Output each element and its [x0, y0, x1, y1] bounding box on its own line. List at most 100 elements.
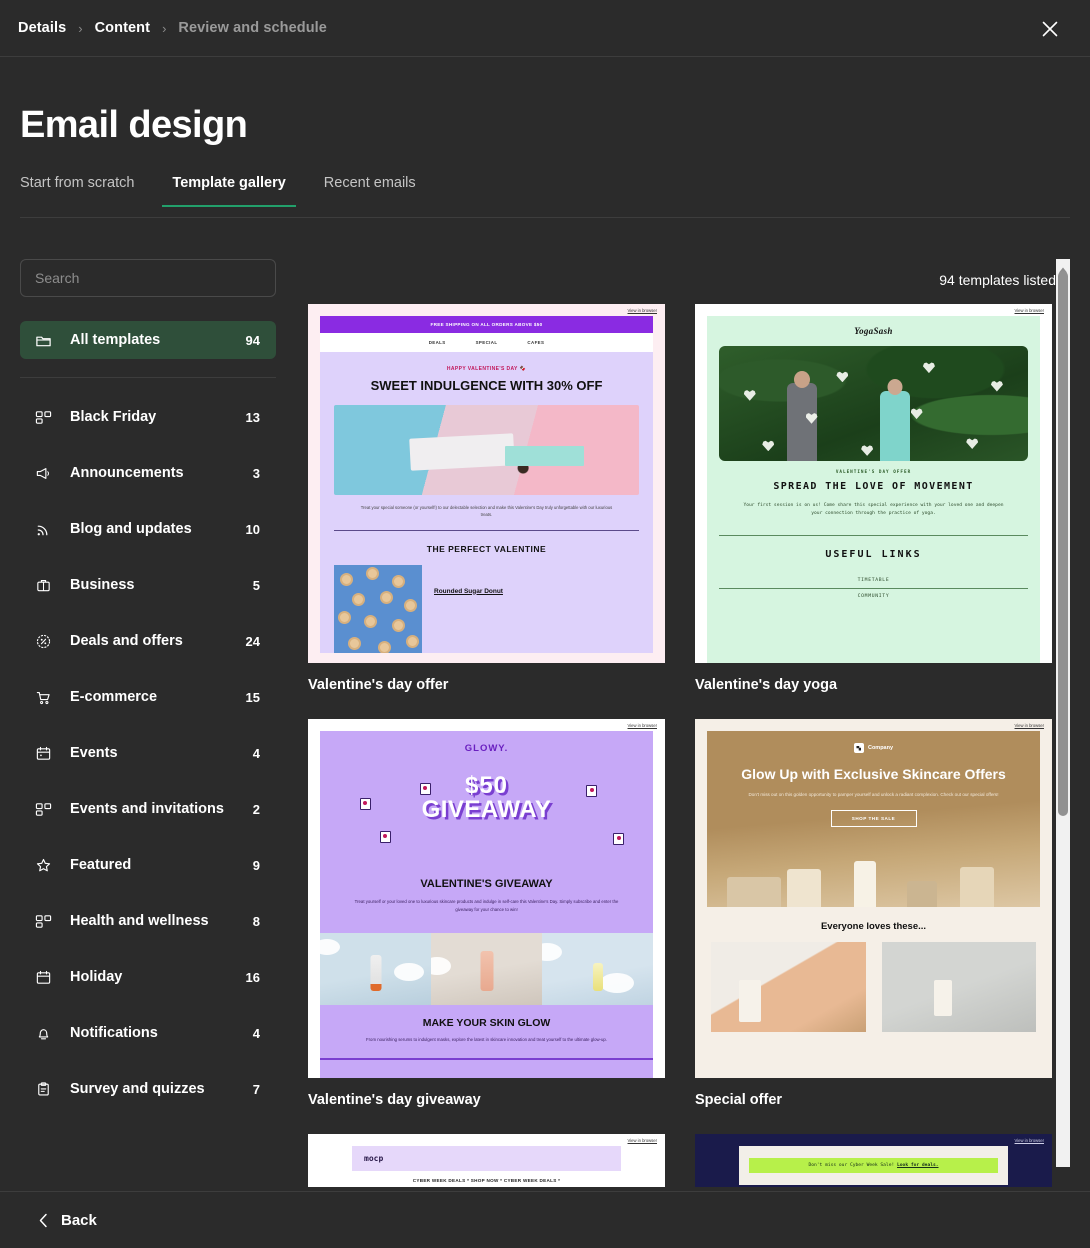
template-row: View in browser FREE SHIPPING ON ALL ORD… [308, 304, 1068, 711]
template-thumbnail[interactable]: View in browser Company Glow Up with Exc… [695, 719, 1052, 1078]
bell-icon [34, 1024, 52, 1042]
sidebar-item-label: Business [70, 577, 135, 593]
back-button[interactable]: Back [38, 1212, 97, 1229]
email-heading: Glow Up with Exclusive Skincare Offers [741, 766, 1006, 782]
email-preview: View in browser Don't miss our Cyber Wee… [695, 1134, 1052, 1185]
promo-banner: FREE SHIPPING ON ALL ORDERS ABOVE $50 [320, 316, 653, 333]
bottom-bar: Back [0, 1191, 1090, 1248]
email-logo: GLOWY. [464, 743, 509, 754]
sidebar-item-survey-and-quizzes[interactable]: Survey and quizzes 7 [20, 1070, 276, 1108]
scroll-up-arrow-icon[interactable] [1058, 261, 1068, 273]
tab-recent-emails[interactable]: Recent emails [324, 175, 416, 206]
sidebar-item-all-templates[interactable]: All templates 94 [20, 321, 276, 359]
template-gallery: 94 templates listed View in browser FREE… [296, 259, 1070, 1187]
template-thumbnail[interactable]: View in browser mocp CYBER WEEK DEALS * … [308, 1134, 665, 1187]
product-jars [707, 851, 1040, 907]
sidebar-item-count: 94 [245, 332, 260, 348]
template-thumbnail[interactable]: View in browser FREE SHIPPING ON ALL ORD… [308, 304, 665, 663]
template-thumbnail[interactable]: View in browser YogaSash VALENTINE'S DAY… [695, 304, 1052, 663]
sidebar-item-health-and-wellness[interactable]: Health and wellness 8 [20, 902, 276, 940]
product-image [711, 942, 866, 1032]
sidebar-item-label: Deals and offers [70, 633, 183, 649]
sidebar-item-holiday[interactable]: Holiday 16 [20, 958, 276, 996]
sidebar-item-count: 8 [252, 913, 260, 929]
top-bar: Details › Content › Review and schedule [0, 0, 1090, 57]
template-card-valentines-day-yoga[interactable]: View in browser YogaSash VALENTINE'S DAY… [695, 304, 1052, 711]
email-section-heading: USEFUL LINKS [825, 548, 922, 560]
template-card-cyber-week-mocp[interactable]: View in browser mocp CYBER WEEK DEALS * … [308, 1134, 665, 1187]
scrollbar-thumb[interactable] [1058, 271, 1068, 816]
sidebar-item-events[interactable]: Events 4 [20, 734, 276, 772]
search-input[interactable] [20, 259, 276, 297]
breadcrumb-item-review-and-schedule[interactable]: Review and schedule [178, 20, 327, 36]
sidebar-item-events-and-invitations[interactable]: Events and invitations 2 [20, 790, 276, 828]
sidebar-item-count: 9 [252, 857, 260, 873]
email-blurb-secondary: From nourishing serums to indulgent mask… [366, 1037, 607, 1043]
breadcrumb-item-content[interactable]: Content [95, 20, 150, 36]
tab-bar: Start from scratch Template gallery Rece… [20, 175, 1070, 218]
breadcrumb-separator: › [162, 20, 167, 36]
tab-start-from-scratch[interactable]: Start from scratch [20, 175, 134, 206]
email-link: TIMETABLE [857, 577, 890, 583]
sidebar-item-label: Events and invitations [70, 801, 224, 817]
template-thumbnail[interactable]: View in browser GLOWY. $50 GIVEAWAY VALE… [308, 719, 665, 1078]
sidebar-item-label: Announcements [70, 465, 184, 481]
close-button[interactable] [1034, 13, 1066, 45]
sidebar-item-deals-and-offers[interactable]: Deals and offers 24 [20, 622, 276, 660]
product-row [707, 942, 1040, 1032]
template-card-valentines-day-giveaway[interactable]: View in browser GLOWY. $50 GIVEAWAY VALE… [308, 719, 665, 1126]
email-section-heading: Everyone loves these... [820, 921, 927, 932]
email-heading: SWEET INDULGENCE WITH 30% OFF [370, 378, 603, 393]
template-row: View in browser GLOWY. $50 GIVEAWAY VALE… [308, 719, 1068, 1126]
template-card-cyber-week-sale[interactable]: View in browser Don't miss our Cyber Wee… [695, 1134, 1052, 1187]
email-blurb: Treat your special someone (or yourself!… [360, 505, 613, 518]
breadcrumb-item-details[interactable]: Details [18, 20, 66, 36]
layout-icon [34, 912, 52, 930]
email-blurb: Don't miss out on this golden opportunit… [748, 792, 999, 798]
sidebar-item-label: Holiday [70, 969, 123, 985]
sidebar-item-business[interactable]: Business 5 [20, 566, 276, 604]
email-preview: View in browser FREE SHIPPING ON ALL ORD… [308, 304, 665, 663]
template-thumbnail[interactable]: View in browser Don't miss our Cyber Wee… [695, 1134, 1052, 1187]
divider [334, 529, 639, 531]
sale-bar-text: Don't miss our Cyber Week Sale! [808, 1163, 895, 1168]
sidebar-item-count: 3 [252, 465, 260, 481]
layout-icon [34, 408, 52, 426]
view-in-browser-link: View in browser [1014, 723, 1044, 728]
sidebar-item-notifications[interactable]: Notifications 4 [20, 1014, 276, 1052]
tab-template-gallery[interactable]: Template gallery [162, 175, 297, 207]
email-link: COMMUNITY [857, 593, 890, 599]
sidebar-item-blog-and-updates[interactable]: Blog and updates 10 [20, 510, 276, 548]
rss-icon [34, 520, 52, 538]
sidebar-item-count: 4 [252, 1025, 260, 1041]
nav-item: CAFES [527, 340, 545, 345]
sidebar-item-e-commerce[interactable]: E-commerce 15 [20, 678, 276, 716]
template-grid: View in browser FREE SHIPPING ON ALL ORD… [308, 304, 1068, 1187]
sidebar-item-black-friday[interactable]: Black Friday 13 [20, 398, 276, 436]
sidebar-item-count: 16 [245, 969, 260, 985]
sidebar-item-featured[interactable]: Featured 9 [20, 846, 276, 884]
product-image [881, 942, 1036, 1032]
product-image [542, 933, 653, 1006]
email-section-heading: MAKE YOUR SKIN GLOW [422, 1017, 551, 1030]
sidebar-item-label: Featured [70, 857, 132, 873]
scrollbar[interactable] [1056, 259, 1070, 1167]
sidebar-item-announcements[interactable]: Announcements 3 [20, 454, 276, 492]
nav-item: DEALS [428, 340, 446, 345]
template-card-special-offer[interactable]: View in browser Company Glow Up with Exc… [695, 719, 1052, 1126]
chevron-left-icon [38, 1213, 49, 1228]
sidebar-item-count: 24 [245, 633, 260, 649]
view-in-browser-link: View in browser [1014, 308, 1044, 313]
breadcrumb: Details › Content › Review and schedule [18, 20, 327, 36]
sidebar-item-label: Notifications [70, 1025, 158, 1041]
clipboard-icon [34, 1080, 52, 1098]
sidebar-item-count: 15 [245, 689, 260, 705]
email-blurb: Your first session is on us! Come share … [743, 502, 1004, 517]
template-card-valentines-day-offer[interactable]: View in browser FREE SHIPPING ON ALL ORD… [308, 304, 665, 711]
product-item [881, 942, 1036, 1032]
template-title: Valentine's day offer [308, 677, 449, 693]
sidebar-item-count: 13 [245, 409, 260, 425]
sidebar-item-label: Survey and quizzes [70, 1081, 205, 1097]
hero-image [719, 346, 1028, 461]
email-ticker: CYBER WEEK DEALS * SHOP NOW * CYBER WEEK… [412, 1178, 561, 1183]
